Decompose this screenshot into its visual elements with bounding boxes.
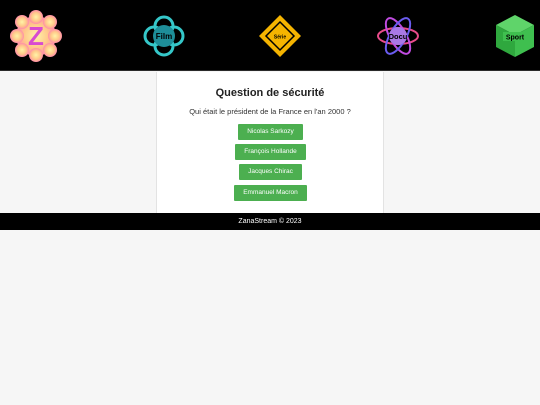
home-logo-link[interactable]: Z [9, 10, 63, 62]
svg-text:Z: Z [28, 21, 44, 51]
footer: ZanaStream © 2023 [0, 213, 540, 230]
answer-button-macron[interactable]: Emmanuel Macron [234, 185, 307, 201]
answer-button-chirac[interactable]: Jacques Chirac [239, 164, 302, 180]
docu-atom-icon: Docu [377, 17, 419, 55]
film-logo-label: Film [156, 32, 172, 41]
footer-copyright: ZanaStream © 2023 [238, 218, 302, 225]
security-question-text: Qui était le président de la France en l… [189, 107, 351, 116]
sport-cube-icon: Sport [496, 15, 534, 57]
serie-diamond-icon: Série [259, 15, 301, 57]
serie-logo-label: Série [274, 35, 286, 41]
category-serie-link[interactable]: Série [258, 14, 302, 58]
film-knot-icon: Film [143, 15, 185, 57]
category-sport-link[interactable]: Sport [494, 14, 536, 58]
docu-logo-label: Docu [389, 32, 408, 41]
page-title: Question de sécurité [215, 87, 325, 99]
top-nav-bar: Z Film Série Docu Sport [0, 0, 540, 71]
answer-button-sarkozy[interactable]: Nicolas Sarkozy [238, 124, 303, 140]
zanastream-logo-icon: Z [10, 10, 62, 62]
category-docu-link[interactable]: Docu [376, 14, 420, 58]
sport-logo-label: Sport [506, 35, 525, 42]
security-question-card: Question de sécurité Qui était le présid… [156, 72, 384, 213]
category-film-link[interactable]: Film [142, 14, 186, 58]
answer-button-hollande[interactable]: François Hollande [235, 144, 306, 160]
